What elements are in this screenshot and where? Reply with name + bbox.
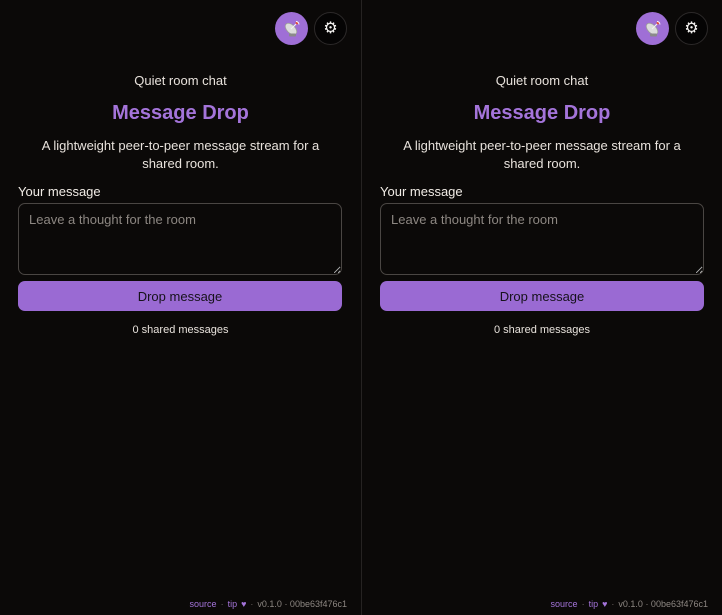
footer-separator: · [220,599,224,609]
gear-icon: ⚙ [684,19,699,37]
topbar: ⚙ [636,12,708,45]
peer-status-button[interactable] [636,12,669,45]
page-title: Message Drop [112,102,249,124]
tip-link[interactable]: tip [228,599,238,609]
message-field-label: Your message [18,184,101,199]
version-text: v0.1.0 · 00be63f476c1 [257,599,347,609]
footer: source · tip ♥ · v0.1.0 · 00be63f476c1 [190,599,347,609]
kicker-text: Quiet room chat [495,73,589,88]
peer-pane-right: ⚙ Quiet room chat Message Drop A lightwe… [361,0,722,615]
gear-icon: ⚙ [323,19,338,37]
settings-button[interactable]: ⚙ [314,12,347,45]
footer-separator: · [250,599,254,609]
page-title: Message Drop [473,102,611,124]
source-link[interactable]: source [551,599,578,609]
tip-link[interactable]: tip [589,599,599,609]
footer: source · tip ♥ · v0.1.0 · 00be63f476c1 [551,599,708,609]
footer-separator: · [581,599,585,609]
drop-message-button[interactable]: Drop message [18,281,342,311]
page-subtitle: A lightweight peer-to-peer message strea… [403,138,681,171]
source-link[interactable]: source [190,599,217,609]
drop-message-button[interactable]: Drop message [380,281,704,311]
peer-status-button[interactable] [275,12,308,45]
shared-messages-count: 0 shared messages [494,324,590,336]
topbar: ⚙ [275,12,347,45]
footer-separator: · [611,599,615,609]
settings-button[interactable]: ⚙ [675,12,708,45]
message-field-label: Your message [380,184,463,199]
app-root: ⚙ Quiet room chat Message Drop A lightwe… [0,0,722,615]
peer-pane-left: ⚙ Quiet room chat Message Drop A lightwe… [0,0,361,615]
message-input[interactable] [380,203,704,275]
satellite-dish-icon [645,20,660,36]
shared-messages-count: 0 shared messages [132,324,229,336]
heart-icon: ♥ [241,599,247,609]
satellite-dish-icon [284,20,299,36]
kicker-text: Quiet room chat [134,73,227,88]
heart-icon: ♥ [602,599,608,609]
page-subtitle: A lightweight peer-to-peer message strea… [41,138,320,171]
message-input[interactable] [18,203,342,275]
version-text: v0.1.0 · 00be63f476c1 [618,599,708,609]
